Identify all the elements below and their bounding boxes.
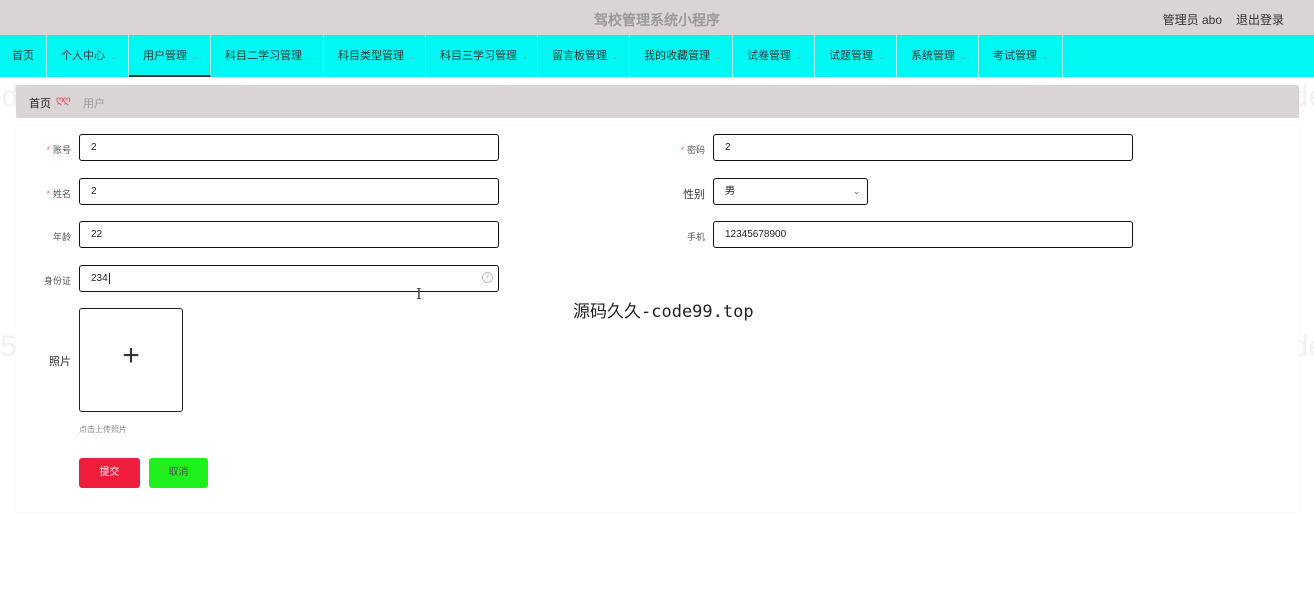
nav-item-label: 试题管理 (829, 50, 873, 62)
nav-item-message-board[interactable]: 留言板管理 ⌄ (538, 35, 630, 77)
text-cursor (108, 272, 110, 284)
nav-item-subject-type[interactable]: 科目类型管理 ⌄ (324, 35, 426, 77)
idcard-input-value: 234 (91, 273, 108, 284)
chevron-down-icon: ⌄ (612, 52, 619, 61)
nav-item-label: 个人中心 (61, 50, 105, 62)
name-label: * 姓名 (46, 189, 71, 199)
password-input[interactable]: 2 (713, 134, 1133, 161)
breadcrumb-current: 用户 (83, 98, 105, 110)
app-title: 驾校管理系统小程序 (594, 12, 720, 28)
nav-item-exam[interactable]: 考试管理 ⌄ (979, 35, 1063, 77)
nav-item-label: 科目类型管理 (338, 50, 404, 62)
required-mark: * (680, 145, 684, 155)
gender-select-value: 男 (725, 186, 735, 197)
required-mark: * (46, 145, 50, 155)
nav-item-label: 科目二学习管理 (225, 50, 302, 62)
cancel-button[interactable]: 取消 (149, 458, 208, 488)
chevron-down-icon: ⌄ (796, 52, 803, 61)
required-mark: * (46, 189, 50, 199)
nav-item-questions[interactable]: 试题管理 ⌄ (815, 35, 897, 77)
nav-item-label: 考试管理 (993, 50, 1037, 62)
chevron-down-icon: ⌄ (192, 52, 199, 61)
age-label: 年龄 (52, 232, 71, 242)
nav-item-subject2-learning[interactable]: 科目二学习管理 ⌄ (211, 35, 324, 77)
chevron-down-icon: ⌄ (522, 52, 529, 61)
nav-item-label: 试卷管理 (747, 50, 791, 62)
nav-item-personal-center[interactable]: 个人中心 ⌄ (47, 35, 129, 77)
nav-item-home[interactable]: 首页 (0, 35, 47, 77)
chevron-down-icon: ⌄ (1042, 52, 1049, 61)
current-user: 管理员 abo (1162, 13, 1222, 27)
breadcrumb: 首页 ღღ 用户 (16, 85, 1299, 118)
nav-item-exam-paper[interactable]: 试卷管理 ⌄ (733, 35, 815, 77)
account-input[interactable]: 2 (79, 134, 499, 161)
chevron-down-icon: ⌄ (878, 52, 885, 61)
chevron-down-icon: ⌄ (307, 52, 314, 61)
main-nav: 首页 个人中心 ⌄ 用户管理 ⌄ 科目二学习管理 ⌄ 科目类型管理 ⌄ 科目三学习管理 ⌄… (0, 35, 1314, 77)
account-label: * 账号 (46, 145, 71, 155)
photo-label: 照片 (49, 356, 71, 368)
nav-item-system[interactable]: 系统管理 ⌄ (897, 35, 979, 77)
nav-item-subject3-learning[interactable]: 科目三学习管理 ⌄ (426, 35, 538, 77)
plus-icon: + (122, 339, 140, 372)
breadcrumb-separator: ღღ (56, 95, 71, 106)
chevron-down-icon: ⌄ (110, 52, 117, 61)
upload-tip: 点击上传照片 (79, 425, 127, 434)
chevron-down-icon: ⌄ (960, 52, 967, 61)
nav-item-label: 用户管理 (143, 50, 187, 62)
phone-input[interactable]: 12345678900 (713, 221, 1133, 248)
age-input[interactable]: 22 (79, 221, 499, 248)
nav-item-label: 我的收藏管理 (644, 50, 710, 62)
submit-button[interactable]: 提交 (79, 458, 140, 488)
idcard-input[interactable]: 234 × (79, 265, 499, 292)
breadcrumb-home[interactable]: 首页 (29, 95, 51, 111)
gender-label: 性别 (683, 189, 705, 201)
gender-select[interactable]: 男 ⌄ (713, 178, 868, 205)
clear-icon[interactable]: × (482, 272, 493, 283)
idcard-label: 身份证 (43, 276, 71, 286)
promo-text: 源码久久-code99.top (573, 302, 754, 322)
chevron-down-icon: ⌄ (852, 186, 860, 196)
phone-label: 手机 (686, 232, 705, 242)
chevron-down-icon: ⌄ (715, 52, 722, 61)
ibeam-cursor-icon: I (416, 285, 422, 303)
nav-item-favorites[interactable]: 我的收藏管理 ⌄ (630, 35, 733, 77)
nav-item-user-management[interactable]: 用户管理 ⌄ (129, 35, 211, 77)
logout-link[interactable]: 退出登录 (1236, 11, 1284, 28)
name-input[interactable]: 2 (79, 178, 499, 205)
photo-upload[interactable]: + (79, 308, 183, 412)
nav-item-label: 科目三学习管理 (440, 50, 517, 62)
nav-item-label: 首页 (12, 50, 34, 62)
nav-item-label: 系统管理 (911, 50, 955, 62)
nav-item-label: 留言板管理 (552, 50, 607, 62)
top-header: 驾校管理系统小程序 管理员 abo 退出登录 (0, 0, 1314, 35)
chevron-down-icon: ⌄ (409, 52, 416, 61)
password-label: * 密码 (680, 145, 705, 155)
